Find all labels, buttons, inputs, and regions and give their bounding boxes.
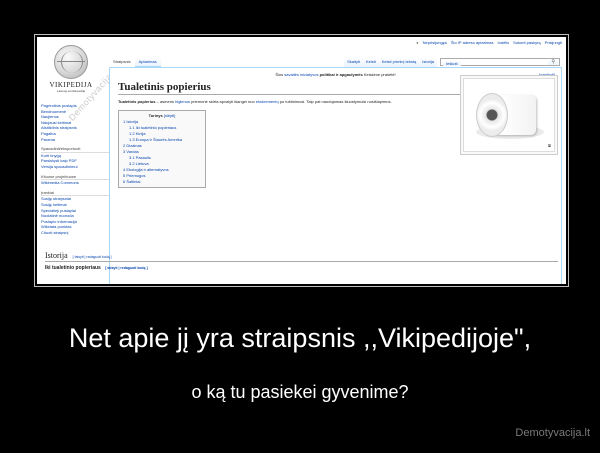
tab-talk[interactable]: Aptarimas: [134, 57, 161, 67]
lead-paragraph: Tualetinis popierius – asmens higienos p…: [118, 99, 418, 105]
view-tabs: Skaityti Keisti Keisti pirminį tekstą Is…: [344, 57, 560, 67]
personal-tools: ● Neprisijungęs Šio IP adreso aptarimas …: [416, 39, 562, 47]
lead-text: po tuštinimosi. Taip pat naudojamas šluo…: [278, 99, 392, 104]
lead-bold: Tualetinis popierius: [118, 99, 156, 104]
logo-title: VIKIPEDIJA: [49, 81, 93, 89]
sidebar-header: Kituose projektuose: [41, 174, 109, 181]
lead-link[interactable]: higienos: [175, 99, 190, 104]
lead-text: – asmens: [155, 99, 176, 104]
article-image[interactable]: ⧈: [460, 75, 558, 155]
toc-list: 1 Istorija 1.1 Iki tualetinio popieriaus 1…: [123, 119, 201, 185]
namespace-tabs: Straipsnis Aptarimas: [109, 57, 161, 67]
tab-edit[interactable]: Keisti: [362, 57, 379, 67]
tab-history[interactable]: Istorija: [419, 57, 437, 67]
section-title: Istorija: [45, 251, 68, 260]
subsection-edit-links[interactable]: [ taisyti | redaguoti kodą ]: [105, 266, 147, 270]
enlarge-icon[interactable]: ⧈: [548, 143, 551, 149]
sidebar: Pagrindinis puslapis Bendruomenė Naujien…: [41, 103, 109, 235]
wikipedia-screenshot: ● Neprisijungęs Šio IP adreso aptarimas …: [37, 37, 566, 284]
search-placeholder: Ieškoti: [443, 61, 461, 66]
lead-link[interactable]: ekskrementų: [256, 99, 279, 104]
table-of-contents: Turinys [slėpti] 1 Istorija 1.1 Iki tuale…: [118, 110, 206, 188]
roll-end: [476, 93, 508, 137]
toc-heading: Turinys: [148, 113, 163, 118]
tab-article[interactable]: Straipsnis: [109, 57, 135, 67]
personal-link[interactable]: Neprisijungęs: [423, 39, 447, 47]
screenshot-frame: ● Neprisijungęs Šio IP adreso aptarimas …: [34, 34, 569, 287]
personal-link[interactable]: Prisijungti: [545, 39, 562, 47]
personal-link[interactable]: Šio IP adreso aptarimas: [451, 39, 494, 47]
tab-edit-source[interactable]: Keisti pirminį tekstą: [378, 57, 420, 67]
notice-bold: politikai ir apgaulymės: [319, 72, 363, 77]
sidebar-item[interactable]: Wikimedia Commons: [41, 180, 109, 186]
caption-subtitle: o ką tu pasiekei gyvenime?: [191, 382, 409, 402]
toc-toggle[interactable]: [slėpti]: [164, 113, 176, 118]
logo-subtitle: Laisvoji enciklopedija: [56, 89, 86, 93]
sidebar-item[interactable]: Versija spausdinimui: [41, 164, 109, 170]
sidebar-header: Spausdinti/eksportuoti: [41, 146, 109, 153]
section-heading: Istorija [ taisyti | redaguoti kodą ]: [45, 251, 558, 262]
notice-text: Šios: [275, 72, 284, 77]
sidebar-item[interactable]: Parama: [41, 137, 109, 143]
section-edit-links[interactable]: [ taisyti | redaguoti kodą ]: [73, 255, 112, 259]
lead-text: priemonė skirta apvalyti išangei nuo: [189, 99, 256, 104]
notice-text: Keiskime prašėtė!: [363, 72, 396, 77]
toilet-paper-image[interactable]: ⧈: [463, 78, 555, 152]
personal-link[interactable]: Sukurti paskyrą: [513, 39, 541, 47]
sidebar-item[interactable]: Cituoti straipsnį: [41, 230, 109, 236]
brand-watermark: Demotyvacija.lt: [515, 427, 590, 439]
puzzle-globe-icon: [54, 45, 88, 79]
user-icon: ●: [416, 40, 419, 45]
sidebar-header: Įrankiai: [41, 190, 109, 197]
caption-title: Net apie jį yra straipsnis ,,Vikipedijoj…: [68, 323, 532, 353]
subsection-title: Iki tualetinio popieriaus: [45, 265, 101, 271]
toc-item[interactable]: 6 Šaltiniai: [123, 179, 201, 185]
tab-read[interactable]: Skaityti: [344, 57, 363, 67]
search-icon[interactable]: ⚲: [548, 59, 558, 65]
search-input[interactable]: Ieškoti ⚲: [440, 58, 560, 66]
personal-link[interactable]: Indėlis: [498, 39, 510, 47]
notice-link[interactable]: savaitės iniciatyvos: [284, 72, 318, 77]
subsection-heading: Iki tualetinio popieriaus [ taisyti | re…: [45, 265, 148, 271]
